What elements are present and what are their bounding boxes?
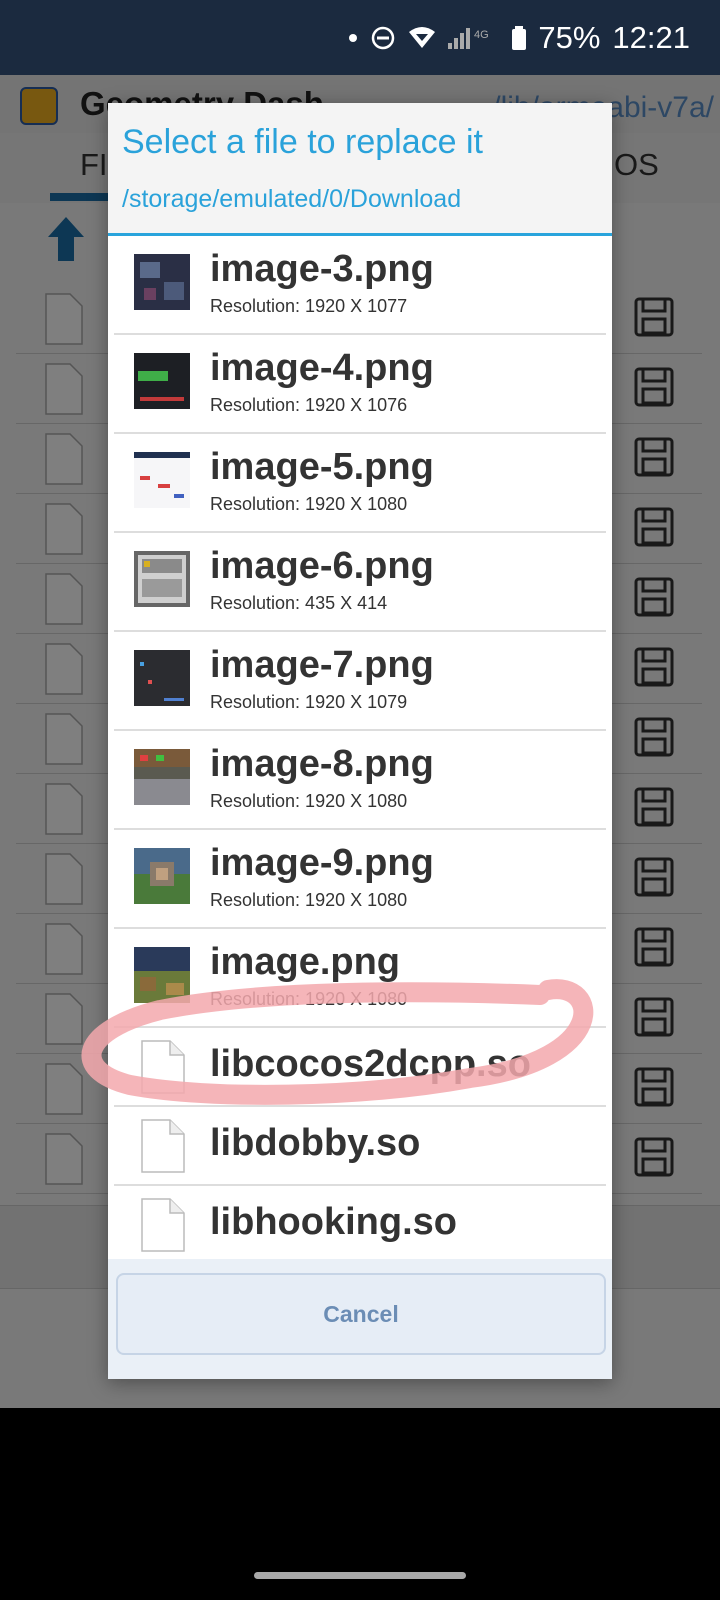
dialog-header: Select a file to replace it /storage/emu… <box>108 103 612 236</box>
list-item[interactable]: libcocos2dcpp.so <box>114 1028 606 1107</box>
status-icons: 4G 75% 12:21 <box>348 0 690 75</box>
list-item[interactable]: image-8.png Resolution: 1920 X 1080 <box>114 731 606 830</box>
battery-percent: 75% <box>538 19 601 55</box>
notification-dot-icon <box>348 33 358 43</box>
network-type-label: 4G <box>474 29 489 41</box>
file-name: image-3.png <box>210 248 434 290</box>
list-item[interactable]: image-9.png Resolution: 1920 X 1080 <box>114 830 606 929</box>
file-icon <box>140 1119 186 1178</box>
signal-icon: 4G <box>448 25 500 51</box>
list-item[interactable]: libdobby.so <box>114 1107 606 1186</box>
file-name: image-9.png <box>210 842 434 884</box>
file-name: libdobby.so <box>210 1122 421 1164</box>
file-resolution: Resolution: 1920 X 1076 <box>210 395 408 415</box>
list-item[interactable]: image-5.png Resolution: 1920 X 1080 <box>114 434 606 533</box>
file-icon <box>140 1040 186 1099</box>
home-gesture-bar[interactable] <box>254 1572 466 1579</box>
image-thumbnail-icon <box>134 551 190 607</box>
file-resolution: Resolution: 1920 X 1080 <box>210 989 408 1009</box>
dialog-title: Select a file to replace it <box>122 123 483 161</box>
file-picker-dialog: Select a file to replace it /storage/emu… <box>108 103 612 1379</box>
file-list: image-3.png Resolution: 1920 X 1077 imag… <box>108 236 612 1265</box>
file-resolution: Resolution: 1920 X 1080 <box>210 890 408 910</box>
list-item[interactable]: image-6.png Resolution: 435 X 414 <box>114 533 606 632</box>
file-resolution: Resolution: 1920 X 1080 <box>210 791 408 811</box>
file-name: libhooking.so <box>210 1201 457 1243</box>
file-resolution: Resolution: 1920 X 1077 <box>210 296 408 316</box>
dnd-icon <box>370 25 396 51</box>
dialog-footer: Cancel <box>108 1259 612 1379</box>
file-name: image-5.png <box>210 446 434 488</box>
clock: 12:21 <box>612 19 690 55</box>
image-thumbnail-icon <box>134 749 190 805</box>
list-item[interactable]: image-7.png Resolution: 1920 X 1079 <box>114 632 606 731</box>
list-item[interactable]: image-3.png Resolution: 1920 X 1077 <box>114 236 606 335</box>
file-resolution: Resolution: 1920 X 1079 <box>210 692 408 712</box>
file-name: libcocos2dcpp.so <box>210 1043 531 1085</box>
file-resolution: Resolution: 1920 X 1080 <box>210 494 408 514</box>
dialog-path: /storage/emulated/0/Download <box>122 185 462 213</box>
file-name: image.png <box>210 941 401 983</box>
image-thumbnail-icon <box>134 947 190 1003</box>
file-name: image-4.png <box>210 347 434 389</box>
file-name: image-6.png <box>210 545 434 587</box>
list-item[interactable]: libhooking.so <box>114 1186 606 1265</box>
image-thumbnail-icon <box>134 452 190 508</box>
file-icon <box>140 1198 186 1257</box>
list-item[interactable]: image-4.png Resolution: 1920 X 1076 <box>114 335 606 434</box>
battery-icon <box>512 25 527 50</box>
image-thumbnail-icon <box>134 650 190 706</box>
image-thumbnail-icon <box>134 353 190 409</box>
image-thumbnail-icon <box>134 254 190 310</box>
image-thumbnail-icon <box>134 848 190 904</box>
wifi-icon <box>408 26 436 50</box>
status-bar: 4G 75% 12:21 <box>0 0 720 75</box>
cancel-button[interactable]: Cancel <box>116 1273 606 1355</box>
file-name: image-7.png <box>210 644 434 686</box>
file-name: image-8.png <box>210 743 434 785</box>
file-resolution: Resolution: 435 X 414 <box>210 593 388 613</box>
list-item[interactable]: image.png Resolution: 1920 X 1080 <box>114 929 606 1028</box>
